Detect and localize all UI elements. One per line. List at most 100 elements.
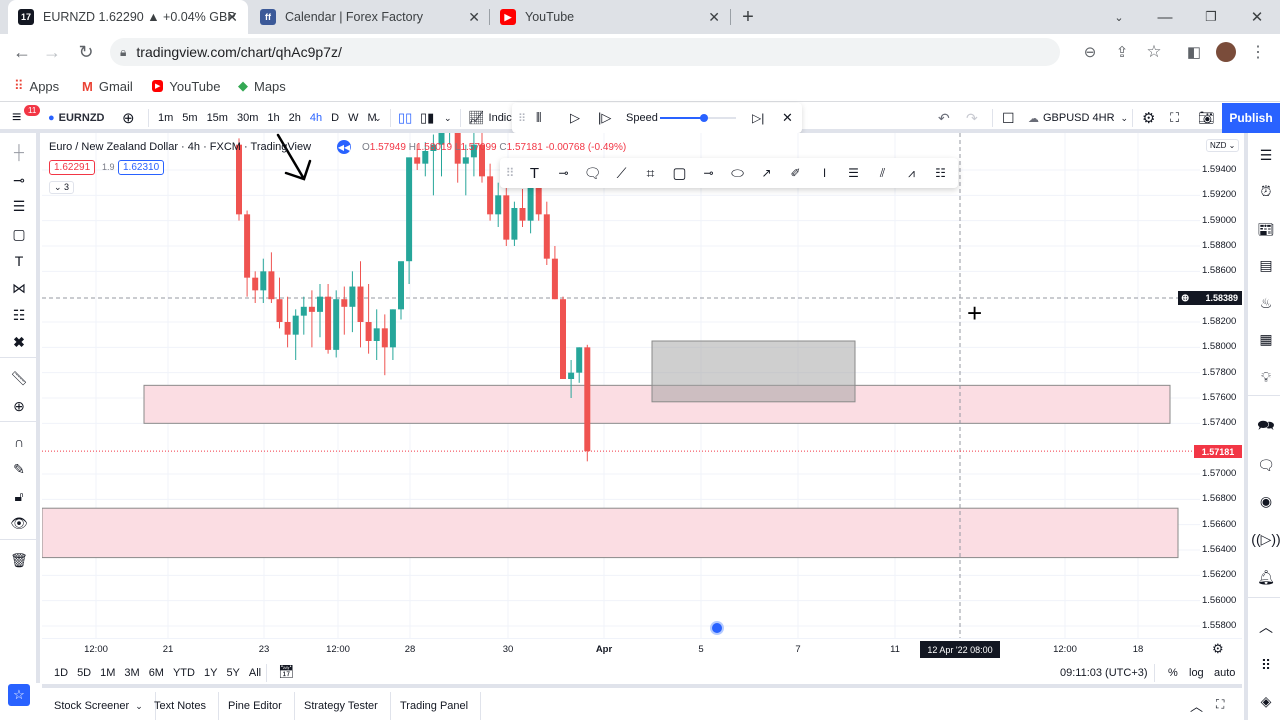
crosshair-icon[interactable]: ┼ (8, 141, 30, 163)
minimize-icon[interactable]: — (1142, 0, 1188, 34)
candles-style-icon[interactable]: ▯▮ (420, 103, 434, 133)
horizontal-line-icon[interactable]: ⊸ (694, 166, 723, 180)
range-6m[interactable]: 6M (149, 667, 164, 679)
tab-tradingview[interactable]: 17 EURNZD 1.62290 ▲ +0.04% GBP ✕ (8, 0, 248, 34)
range-all[interactable]: All (249, 667, 261, 679)
watchlist-icon[interactable]: ☰ (1254, 143, 1278, 167)
event-marker-icon[interactable] (710, 621, 724, 635)
buy-price-button[interactable]: 1.62310 (118, 160, 165, 175)
indicators-button[interactable]: 📈︎ Indic (468, 103, 512, 133)
maximize-panel-icon[interactable]: ⛶ (1216, 697, 1224, 712)
bookmark-star-icon[interactable]: ☆ (1140, 38, 1168, 66)
trend-line-icon[interactable]: ⟋ (607, 165, 636, 182)
remove-icon[interactable]: ✖ (8, 331, 30, 353)
restore-icon[interactable]: ❐ (1188, 0, 1234, 34)
browser-menu-icon[interactable]: ⋮ (1244, 38, 1272, 66)
object-tree-icon[interactable]: ⠿ (1254, 653, 1278, 677)
close-icon[interactable]: ✕ (468, 9, 480, 26)
main-menu-icon[interactable]: ≡ (12, 103, 21, 133)
chats-icon[interactable]: 🗪︎ (1254, 415, 1278, 439)
compare-add-icon[interactable]: ⊕ (122, 103, 135, 133)
interval-4h[interactable]: 4h (310, 112, 322, 124)
range-5y[interactable]: 5Y (226, 667, 239, 679)
chart-canvas[interactable] (42, 133, 1200, 638)
range-ytd[interactable]: YTD (173, 667, 195, 679)
chat-icon[interactable]: 🗨︎ (1254, 453, 1278, 477)
log-toggle[interactable]: log (1189, 667, 1204, 679)
ruler-icon[interactable]: 📏︎ (8, 367, 30, 389)
bookmark-gmail[interactable]: M Gmail (82, 76, 133, 96)
time-axis[interactable]: 12:00 21 23 12:00 28 30 Apr 5 7 11 12:00 18 12 Apr … (42, 638, 1242, 660)
tab-text-notes[interactable]: Text Notes (142, 692, 219, 720)
pitchfork-icon[interactable]: ⫽ (868, 166, 897, 181)
alerts-clock-icon[interactable]: ⏰︎ (1254, 179, 1278, 203)
text-tool-icon[interactable]: T (8, 250, 30, 272)
bookmark-apps[interactable]: ⠿ Apps (14, 76, 59, 96)
interval-dropdown-icon[interactable]: ⌄ (374, 103, 382, 133)
interval-5m[interactable]: 5m (182, 112, 197, 124)
collapse-panel-icon[interactable]: ︿ (1190, 696, 1203, 715)
layers-icon[interactable]: ◈ (1254, 689, 1278, 713)
step-forward-icon[interactable]: |▷ (598, 103, 611, 133)
note-icon[interactable]: ⌗ (636, 165, 665, 182)
close-replay-icon[interactable]: ✕ (782, 103, 793, 133)
layout-name-button[interactable]: ☁︎ GBPUSD 4HR ⌄ (1028, 103, 1128, 133)
interval-1m[interactable]: 1m (158, 112, 173, 124)
side-panel-icon[interactable]: ◧ (1180, 38, 1208, 66)
indicators-collapse-button[interactable]: ⌄ 3 (49, 181, 75, 194)
fib-icon[interactable]: ☷ (926, 166, 955, 180)
clock[interactable]: 09:11:03 (UTC+3) (1060, 667, 1148, 679)
calendar-icon[interactable]: ▦ (1254, 327, 1278, 351)
tab-search-icon[interactable]: ⌄ (1096, 0, 1142, 34)
forward-icon[interactable]: → (38, 38, 66, 66)
hotlists-icon[interactable]: ♨︎ (1254, 291, 1278, 315)
brush-icon[interactable]: ✐ (781, 166, 810, 180)
tab-strategy-tester[interactable]: Strategy Tester (292, 692, 391, 720)
broadcast-icon[interactable]: ((▷)) (1251, 527, 1280, 551)
tab-youtube[interactable]: ▶ YouTube ✕ (490, 0, 730, 34)
settings-gear-icon[interactable]: ⚙︎ (1142, 103, 1155, 133)
bookmark-maps[interactable]: ◆ Maps (238, 76, 286, 96)
url-bar[interactable]: 🔒︎ tradingview.com/chart/qhAc9p7z/ (110, 38, 1060, 66)
arrow-icon[interactable]: ↗ (752, 166, 781, 180)
speed-slider[interactable] (660, 114, 736, 122)
share-icon[interactable]: ⇪ (1108, 38, 1136, 66)
trend-line-icon[interactable]: ⊸ (8, 169, 30, 191)
auto-toggle[interactable]: auto (1214, 667, 1235, 679)
range-1y[interactable]: 1Y (204, 667, 217, 679)
vertical-line-icon[interactable]: ǀ (810, 166, 839, 180)
redo-icon[interactable]: ↷ (966, 103, 978, 133)
camera-icon[interactable]: 📷︎ (1198, 103, 1215, 133)
range-1d[interactable]: 1D (54, 667, 68, 679)
parallel-channel-icon[interactable]: ☰ (839, 166, 868, 180)
favorites-star-icon[interactable]: ☆ (8, 684, 30, 706)
goto-date-icon[interactable]: 📅︎ (278, 664, 295, 680)
range-5d[interactable]: 5D (77, 667, 91, 679)
currency-selector[interactable]: NZD ⌄ (1206, 139, 1240, 152)
interval-30m[interactable]: 30m (237, 112, 258, 124)
rectangle-icon[interactable]: ▢ (8, 223, 30, 245)
tab-stock-screener[interactable]: Stock Screener ⌄ (42, 692, 156, 720)
lock-drawing-icon[interactable]: ✎ (8, 458, 30, 480)
tab-forexfactory[interactable]: ff Calendar | Forex Factory ✕ (250, 0, 490, 34)
streams-icon[interactable]: ◉ (1254, 489, 1278, 513)
window-close-icon[interactable]: ✕ (1234, 0, 1280, 34)
sell-price-button[interactable]: 1.62291 (49, 160, 96, 175)
axis-settings-gear-icon[interactable]: ⚙︎ (1212, 641, 1224, 657)
close-icon[interactable]: ✕ (226, 9, 238, 26)
text-tool-icon[interactable]: T (520, 165, 549, 182)
symbol-search[interactable]: ● EURNZD (48, 103, 105, 133)
speed-slider-handle[interactable] (700, 114, 709, 122)
prediction-icon[interactable]: ☷ (8, 304, 30, 326)
interval-1h[interactable]: 1h (267, 112, 279, 124)
undo-icon[interactable]: ↶ (938, 103, 950, 133)
replay-rewind-icon[interactable]: ◀◀ (337, 140, 351, 154)
bars-style-icon[interactable]: ▯▯ (398, 103, 412, 133)
price-axis[interactable]: NZD ⌄ 1.59400 1.59200 1.59000 1.58800 1.5860… (1178, 133, 1242, 638)
percent-toggle[interactable]: % (1168, 667, 1178, 679)
interval-2h[interactable]: 2h (289, 112, 301, 124)
range-1m[interactable]: 1M (100, 667, 115, 679)
publish-button[interactable]: Publish (1222, 103, 1280, 133)
add-alert-icon[interactable]: ⊕ (1181, 293, 1189, 304)
ideas-stream-icon[interactable]: ▤ (1254, 253, 1278, 277)
